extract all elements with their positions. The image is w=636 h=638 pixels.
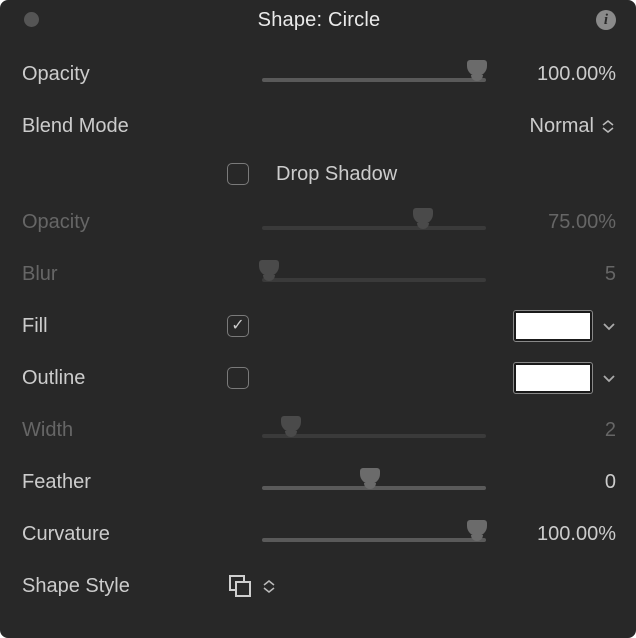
fill-checkbox[interactable] <box>227 315 249 337</box>
row-drop-shadow: Drop Shadow <box>22 152 616 196</box>
window-close-dot[interactable] <box>24 12 39 27</box>
row-ds-opacity: Opacity 75.00% <box>22 196 616 248</box>
curvature-value[interactable]: 100.00% <box>496 523 616 546</box>
stepper-icon <box>602 120 616 133</box>
ds-opacity-knob <box>413 208 433 224</box>
width-knob <box>281 416 301 432</box>
panel-title: Shape: Circle <box>258 9 381 32</box>
feather-value[interactable]: 0 <box>496 471 616 494</box>
row-outline: Outline <box>22 352 616 404</box>
shape-style-icon[interactable] <box>227 573 253 599</box>
opacity-knob[interactable] <box>467 60 487 76</box>
ds-opacity-value: 75.00% <box>496 211 616 234</box>
info-button[interactable]: i <box>596 10 616 30</box>
ds-opacity-slider <box>262 210 486 234</box>
width-slider <box>262 418 486 442</box>
blend-mode-value: Normal <box>530 115 594 138</box>
fill-color-menu[interactable] <box>602 319 616 333</box>
titlebar: Shape: Circle i <box>22 6 616 34</box>
drop-shadow-label: Drop Shadow <box>276 163 397 186</box>
spacer <box>262 366 486 390</box>
blend-mode-select[interactable]: Normal <box>496 115 616 138</box>
shape-style-stepper-icon[interactable] <box>263 580 277 593</box>
outline-color-swatch[interactable] <box>514 363 592 393</box>
curvature-label: Curvature <box>22 523 227 546</box>
row-opacity: Opacity 100.00% <box>22 48 616 100</box>
drop-shadow-checkbox[interactable] <box>227 163 249 185</box>
info-icon: i <box>604 13 608 28</box>
feather-label: Feather <box>22 471 227 494</box>
ds-blur-value: 5 <box>496 263 616 286</box>
fill-color-swatch[interactable] <box>514 311 592 341</box>
ds-blur-knob <box>259 260 279 276</box>
row-feather: Feather 0 <box>22 456 616 508</box>
ds-opacity-label: Opacity <box>22 211 227 234</box>
curvature-slider[interactable] <box>262 522 486 546</box>
opacity-label: Opacity <box>22 63 227 86</box>
width-value: 2 <box>496 419 616 442</box>
row-shape-style: Shape Style <box>22 560 616 612</box>
outline-color-menu[interactable] <box>602 371 616 385</box>
spacer <box>262 114 486 138</box>
row-width: Width 2 <box>22 404 616 456</box>
blend-mode-label: Blend Mode <box>22 115 227 138</box>
row-curvature: Curvature 100.00% <box>22 508 616 560</box>
ds-blur-label: Blur <box>22 263 227 286</box>
row-fill: Fill <box>22 300 616 352</box>
fill-label: Fill <box>22 315 227 338</box>
shape-inspector-panel: Shape: Circle i Opacity 100.00% Blend Mo… <box>0 0 636 638</box>
outline-label: Outline <box>22 367 227 390</box>
shape-style-label: Shape Style <box>22 575 227 598</box>
curvature-knob[interactable] <box>467 520 487 536</box>
spacer <box>262 314 486 338</box>
opacity-value[interactable]: 100.00% <box>496 63 616 86</box>
ds-blur-slider <box>262 262 486 286</box>
feather-knob[interactable] <box>360 468 380 484</box>
row-ds-blur: Blur 5 <box>22 248 616 300</box>
width-label: Width <box>22 419 227 442</box>
outline-checkbox[interactable] <box>227 367 249 389</box>
row-blend-mode: Blend Mode Normal <box>22 100 616 152</box>
opacity-slider[interactable] <box>262 62 486 86</box>
feather-slider[interactable] <box>262 470 486 494</box>
